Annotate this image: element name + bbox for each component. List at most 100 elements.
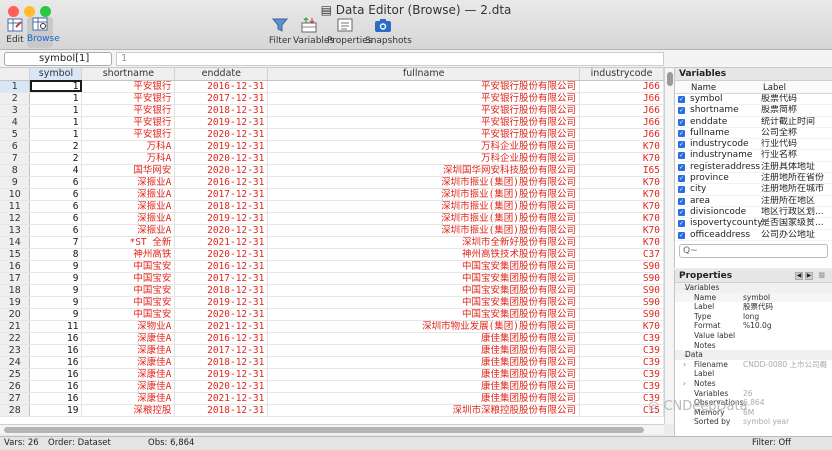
property-row[interactable]: Label: [675, 369, 832, 379]
cell-symbol[interactable]: 9: [29, 260, 83, 273]
property-row[interactable]: › Notes: [675, 379, 832, 389]
cell-enddate[interactable]: 2016-12-31: [174, 176, 269, 189]
cell-enddate[interactable]: 2016-12-31: [174, 80, 269, 93]
property-row[interactable]: Label 股票代码: [675, 302, 832, 312]
variable-row[interactable]: area 注册所在地区: [675, 196, 832, 207]
cell-shortname[interactable]: 中国宝安: [81, 284, 176, 297]
cell-shortname[interactable]: 神州高铁: [81, 248, 176, 261]
column-header-shortname[interactable]: shortname: [81, 68, 176, 81]
cell-symbol[interactable]: 1: [29, 128, 83, 141]
cell-symbol[interactable]: 16: [29, 380, 83, 393]
cell-industrycode[interactable]: J66: [579, 116, 664, 129]
property-value[interactable]: 6M: [743, 408, 827, 418]
cell-industrycode[interactable]: S90: [579, 296, 664, 309]
table-row[interactable]: 17 9 中国宝安 2017-12-31 中国宝安集团股份有限公司 S90: [0, 272, 664, 285]
table-row[interactable]: 24 16 深康佳A 2018-12-31 康佳集团股份有限公司 C39: [0, 356, 664, 369]
row-number[interactable]: 27: [0, 392, 31, 405]
table-row[interactable]: 16 9 中国宝安 2016-12-31 中国宝安集团股份有限公司 S90: [0, 260, 664, 273]
cell-fullname[interactable]: 康佳集团股份有限公司: [267, 368, 581, 381]
table-row[interactable]: 28 19 深粮控股 2018-12-31 深圳市深粮控股股份有限公司 C15: [0, 404, 664, 417]
cell-enddate[interactable]: 2021-12-31: [174, 236, 269, 249]
cell-industrycode[interactable]: J66: [579, 92, 664, 105]
variables-button[interactable]: Variables: [293, 17, 334, 46]
table-row[interactable]: 15 8 神州高铁 2020-12-31 神州高铁技术股份有限公司 C37: [0, 248, 664, 261]
property-value[interactable]: CNDD-0080 上市公司概: [743, 360, 827, 370]
table-row[interactable]: 26 16 深康佳A 2020-12-31 康佳集团股份有限公司 C39: [0, 380, 664, 393]
cell-fullname[interactable]: 平安银行股份有限公司: [267, 80, 581, 93]
cell-shortname[interactable]: 万科A: [81, 140, 176, 153]
cell-industrycode[interactable]: C39: [579, 380, 664, 393]
cell-fullname[interactable]: 康佳集团股份有限公司: [267, 332, 581, 345]
cell-enddate[interactable]: 2020-12-31: [174, 128, 269, 141]
cell-fullname[interactable]: 中国宝安集团股份有限公司: [267, 296, 581, 309]
cell-enddate[interactable]: 2017-12-31: [174, 92, 269, 105]
cell-shortname[interactable]: 深振业A: [81, 188, 176, 201]
cell-shortname[interactable]: *ST 全新: [81, 236, 176, 249]
row-number[interactable]: 16: [0, 260, 31, 273]
table-row[interactable]: 19 9 中国宝安 2019-12-31 中国宝安集团股份有限公司 S90: [0, 296, 664, 309]
cell-enddate[interactable]: 2018-12-31: [174, 284, 269, 297]
table-row[interactable]: 6 2 万科A 2019-12-31 万科企业股份有限公司 K70: [0, 140, 664, 153]
cell-symbol[interactable]: 16: [29, 368, 83, 381]
table-row[interactable]: 10 6 深振业A 2017-12-31 深圳市振业(集团)股份有限公司 K70: [0, 188, 664, 201]
table-row[interactable]: 2 1 平安银行 2017-12-31 平安银行股份有限公司 J66: [0, 92, 664, 105]
properties-data-section[interactable]: ⌄ Data: [675, 350, 832, 360]
row-number[interactable]: 25: [0, 368, 31, 381]
vertical-scroll-thumb[interactable]: [667, 72, 673, 86]
row-number[interactable]: 18: [0, 284, 31, 297]
grid-vertical-scrollbar[interactable]: [664, 68, 674, 424]
table-row[interactable]: 8 4 国华网安 2020-12-31 深圳国华网安科技股份有限公司 I65: [0, 164, 664, 177]
cell-enddate[interactable]: 2020-12-31: [174, 152, 269, 165]
cell-value-field[interactable]: 1: [116, 52, 664, 66]
variable-checkbox[interactable]: [678, 173, 685, 184]
table-row[interactable]: 3 1 平安银行 2018-12-31 平安银行股份有限公司 J66: [0, 104, 664, 117]
edit-mode-button[interactable]: Edit: [4, 18, 26, 48]
cell-industrycode[interactable]: K70: [579, 152, 664, 165]
row-number[interactable]: 23: [0, 344, 31, 357]
snapshots-button[interactable]: Snapshots: [365, 17, 412, 46]
cell-enddate[interactable]: 2017-12-31: [174, 272, 269, 285]
row-number[interactable]: 11: [0, 200, 31, 213]
cell-fullname[interactable]: 深圳市深粮控股股份有限公司: [267, 404, 581, 417]
cell-shortname[interactable]: 平安银行: [81, 116, 176, 129]
property-row[interactable]: Sorted by symbol year: [675, 417, 832, 427]
variable-row[interactable]: registeraddress注册具体地址: [675, 162, 832, 174]
cell-enddate[interactable]: 2018-12-31: [174, 356, 269, 369]
next-variable-button[interactable]: ▶: [805, 272, 813, 280]
cell-industrycode[interactable]: S90: [579, 260, 664, 273]
variable-row[interactable]: fullname 公司全称: [675, 128, 832, 140]
table-row[interactable]: 21 11 深物业A 2021-12-31 深圳市物业发展(集团)股份有限公司 K70: [0, 320, 664, 333]
cell-industrycode[interactable]: C39: [579, 332, 664, 345]
cell-symbol[interactable]: 9: [29, 272, 83, 285]
variable-row[interactable]: industryname 行业名称: [675, 150, 832, 162]
column-header-symbol[interactable]: symbol: [29, 68, 83, 81]
row-number[interactable]: 17: [0, 272, 31, 285]
variable-checkbox[interactable]: [678, 117, 685, 128]
cell-industrycode[interactable]: K70: [579, 212, 664, 225]
cell-symbol[interactable]: 2: [29, 140, 83, 153]
cell-symbol[interactable]: 16: [29, 344, 83, 357]
cell-fullname[interactable]: 康佳集团股份有限公司: [267, 392, 581, 405]
cell-enddate[interactable]: 2019-12-31: [174, 368, 269, 381]
cell-industrycode[interactable]: S90: [579, 308, 664, 321]
property-row[interactable]: Value label: [675, 331, 832, 341]
cell-fullname[interactable]: 深圳市振业(集团)股份有限公司: [267, 176, 581, 189]
variable-row[interactable]: city 注册地所在城市: [675, 184, 832, 196]
property-value[interactable]: long: [743, 312, 827, 322]
variable-row[interactable]: enddate 统计截止时间: [675, 117, 832, 128]
variable-row[interactable]: industrycode 行业代码: [675, 139, 832, 151]
row-number[interactable]: 13: [0, 224, 31, 237]
variable-checkbox[interactable]: [678, 162, 685, 173]
row-number[interactable]: 19: [0, 296, 31, 309]
table-row[interactable]: 4 1 平安银行 2019-12-31 平安银行股份有限公司 J66: [0, 116, 664, 129]
cell-enddate[interactable]: 2018-12-31: [174, 404, 269, 417]
property-value[interactable]: 股票代码: [743, 302, 827, 312]
cell-symbol[interactable]: 9: [29, 284, 83, 297]
property-value[interactable]: 26: [743, 389, 827, 399]
cell-industrycode[interactable]: J66: [579, 128, 664, 141]
cell-symbol[interactable]: 6: [29, 224, 83, 237]
cell-symbol[interactable]: 7: [29, 236, 83, 249]
variable-checkbox[interactable]: [678, 94, 685, 105]
variable-checkbox[interactable]: [678, 150, 685, 161]
row-number[interactable]: 14: [0, 236, 31, 249]
